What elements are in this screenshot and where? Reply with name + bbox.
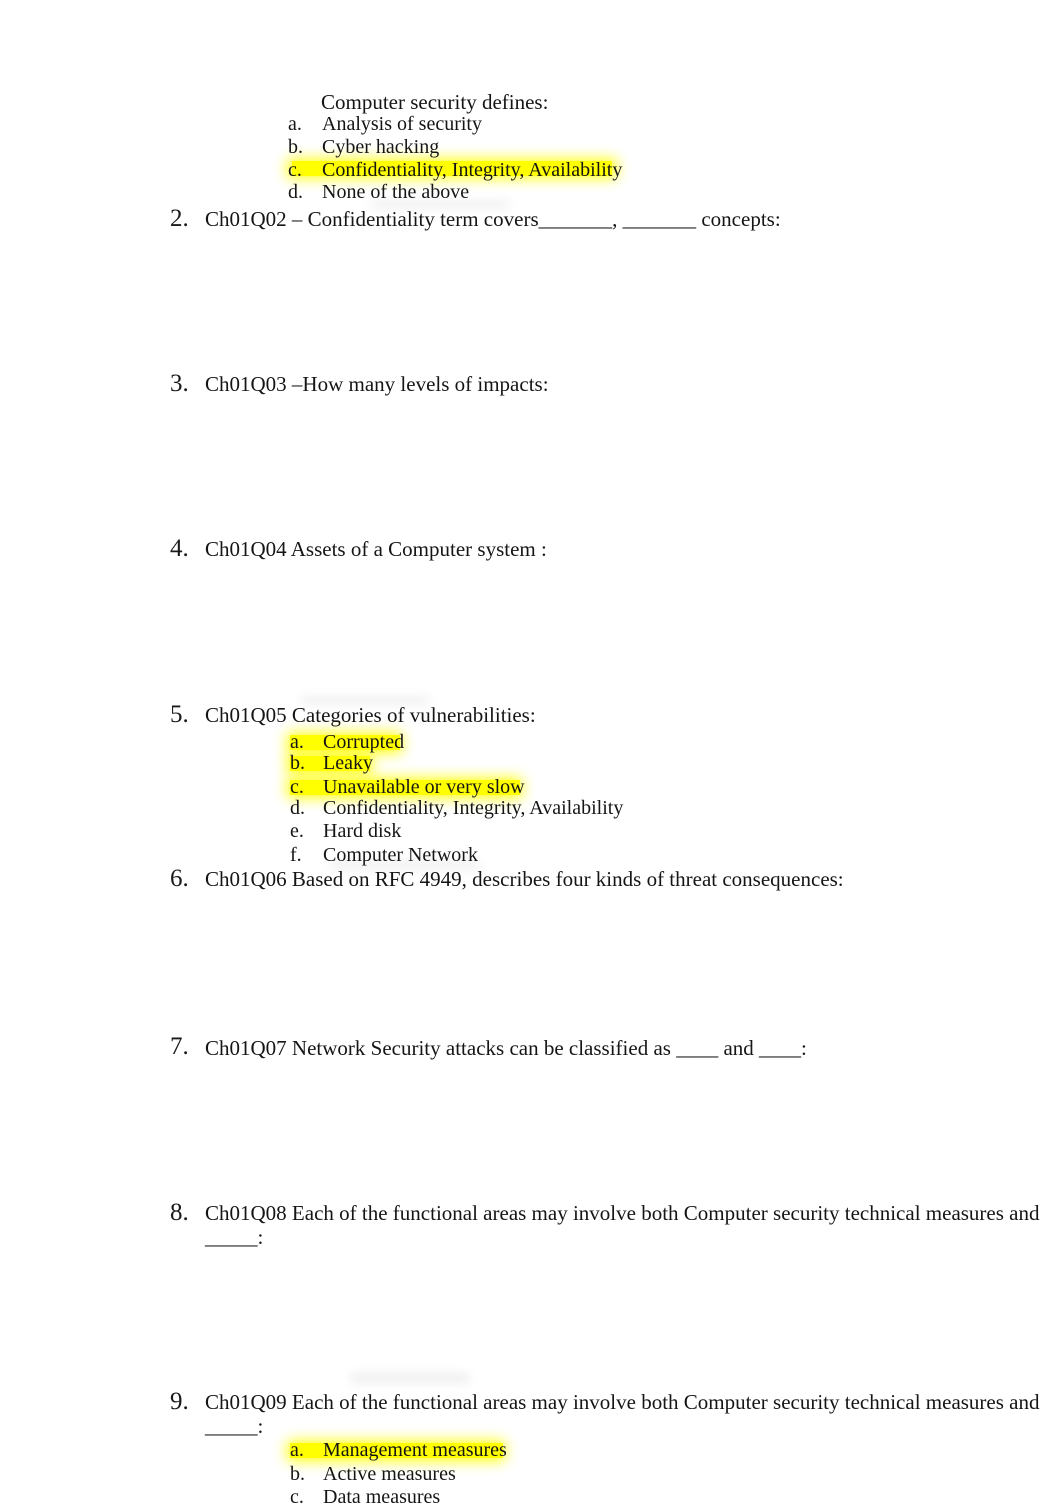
option-label-highlighted[interactable]: Leaky: [323, 753, 373, 773]
question-text: Ch01Q08 Each of the functional areas may…: [205, 1201, 1040, 1225]
option-marker: b.: [290, 1463, 305, 1485]
question-text: Ch01Q04 Assets of a Computer system :: [205, 537, 547, 561]
question-number: 2.: [170, 205, 189, 232]
question-text-continuation: _____:: [205, 1414, 264, 1438]
option-marker: c.: [290, 776, 304, 798]
question-text: Ch01Q02 – Confidentiality term covers___…: [205, 207, 781, 231]
option-marker: d.: [290, 797, 305, 819]
option-label[interactable]: Hard disk: [323, 821, 401, 841]
question-text: Ch01Q03 –How many levels of impacts:: [205, 372, 549, 396]
question-number: 9.: [170, 1388, 189, 1415]
option-label[interactable]: Confidentiality, Integrity, Availability: [323, 798, 623, 818]
option-marker: c.: [290, 1486, 304, 1508]
lead-option-marker: a.: [288, 113, 302, 135]
lead-option-marker: d.: [288, 181, 303, 203]
question-text-continuation: _____:: [205, 1225, 264, 1249]
question-number: 5.: [170, 701, 189, 728]
option-label[interactable]: Data measures: [323, 1487, 440, 1507]
option-label-highlighted[interactable]: Unavailable or very slow: [323, 777, 525, 797]
option-label-highlighted[interactable]: Management measures: [323, 1440, 507, 1460]
option-marker: a.: [290, 731, 304, 753]
question-number: 8.: [170, 1199, 189, 1226]
option-label-highlighted[interactable]: Corrupted: [323, 732, 404, 752]
lead-option-label[interactable]: Cyber hacking: [322, 137, 439, 157]
question-number: 6.: [170, 865, 189, 892]
option-label[interactable]: Computer Network: [323, 845, 478, 865]
question-number: 4.: [170, 535, 189, 562]
scan-artifact: [350, 1372, 470, 1384]
lead-option-label[interactable]: None of the above: [322, 182, 469, 202]
option-marker: a.: [290, 1439, 304, 1461]
option-marker: f.: [290, 844, 302, 866]
document-page: Computer security defines: a. Analysis o…: [0, 0, 1062, 1508]
lead-option-marker: c.: [288, 159, 302, 181]
lead-option-marker: b.: [288, 136, 303, 158]
question-number: 7.: [170, 1033, 189, 1060]
lead-option-label[interactable]: Analysis of security: [322, 114, 482, 134]
question-number: 3.: [170, 370, 189, 397]
option-marker: b.: [290, 752, 305, 774]
question-text: Ch01Q09 Each of the functional areas may…: [205, 1390, 1040, 1414]
option-label[interactable]: Active measures: [323, 1464, 456, 1484]
question-text: Ch01Q07 Network Security attacks can be …: [205, 1036, 807, 1060]
lead-option-label-highlighted[interactable]: Confidentiality, Integrity, Availability: [322, 160, 622, 180]
question-text: Ch01Q05 Categories of vulnerabilities:: [205, 703, 536, 727]
lead-question-prompt: Computer security defines:: [321, 90, 549, 114]
option-marker: e.: [290, 820, 304, 842]
question-text: Ch01Q06 Based on RFC 4949, describes fou…: [205, 867, 844, 891]
